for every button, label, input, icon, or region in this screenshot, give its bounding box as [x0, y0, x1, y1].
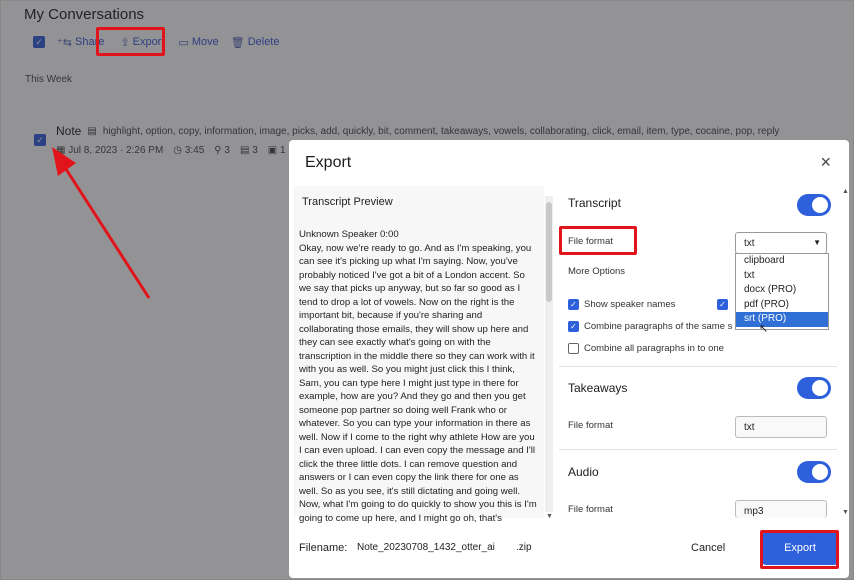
audio-format-select[interactable]: mp3	[735, 500, 827, 518]
dropdown-option-txt[interactable]: txt	[736, 269, 828, 284]
option-label-1: Combine paragraphs of the same s	[584, 321, 733, 332]
close-icon[interactable]: ×	[820, 152, 831, 173]
takeaways-toggle[interactable]	[797, 377, 831, 399]
option-checkbox-1[interactable]: ✓	[568, 321, 579, 332]
filename-label: Filename:	[299, 542, 348, 554]
audio-file-format-label: File format	[568, 504, 613, 515]
audio-label: Audio	[568, 465, 599, 479]
dialog-title: Export	[305, 154, 352, 171]
option-label-2: Combine all paragraphs in to one	[584, 343, 724, 354]
preview-text-block: Unknown Speaker 0:00 Okay, now we're rea…	[299, 228, 537, 526]
takeaways-format-select[interactable]: txt	[735, 416, 827, 438]
transcript-format-select[interactable]: txt ▼	[735, 232, 827, 254]
file-format-highlight-box	[559, 226, 637, 255]
dropdown-option-docx[interactable]: docx (PRO)	[736, 283, 828, 298]
audio-toggle[interactable]	[797, 461, 831, 483]
takeaways-label: Takeaways	[568, 381, 628, 395]
cancel-button[interactable]: Cancel	[691, 542, 725, 554]
filename-extension: .zip	[516, 542, 532, 553]
option-checkbox-2[interactable]	[568, 343, 579, 354]
preview-speaker: Unknown Speaker 0:00	[299, 229, 399, 240]
transcript-preview[interactable]: Transcript Preview Unknown Speaker 0:00 …	[294, 186, 544, 524]
takeaways-file-format-label: File format	[568, 420, 613, 431]
divider	[559, 366, 837, 367]
option-label-0: Show speaker names	[584, 299, 676, 310]
transcript-toggle[interactable]	[797, 194, 831, 216]
preview-text: Okay, now we're ready to go. And as I'm …	[299, 242, 537, 524]
option-checkbox-extra[interactable]: ✓	[717, 299, 728, 310]
options-scrollbar[interactable]: ▲ ▼	[842, 186, 849, 518]
export-button-highlight-box	[760, 530, 839, 569]
export-highlight-box	[96, 27, 165, 56]
scroll-down-icon[interactable]: ▼	[842, 509, 849, 516]
filename-input[interactable]: Note_20230708_1432_otter_ai	[357, 542, 495, 553]
scroll-down-icon[interactable]: ▼	[546, 513, 553, 520]
preview-scroll-thumb[interactable]	[546, 202, 552, 302]
mouse-cursor-icon: ↖	[759, 323, 769, 335]
option-checkbox-0[interactable]: ✓	[568, 299, 579, 310]
export-dialog: Export × Transcript Preview Unknown Spea…	[289, 140, 849, 578]
preview-heading: Transcript Preview	[302, 196, 393, 208]
format-dropdown-list[interactable]: clipboard txt docx (PRO) pdf (PRO) srt (…	[735, 253, 829, 330]
dropdown-option-pdf[interactable]: pdf (PRO)	[736, 298, 828, 313]
dropdown-option-clipboard[interactable]: clipboard	[736, 254, 828, 269]
transcript-label: Transcript	[568, 196, 621, 210]
scroll-up-icon[interactable]: ▲	[842, 188, 849, 195]
preview-scrollbar[interactable]: ▼	[545, 196, 553, 520]
more-options-link[interactable]: More Options	[568, 266, 625, 277]
dropdown-option-srt[interactable]: srt (PRO)	[736, 312, 828, 327]
chevron-down-icon: ▼	[813, 238, 821, 247]
divider	[559, 449, 837, 450]
